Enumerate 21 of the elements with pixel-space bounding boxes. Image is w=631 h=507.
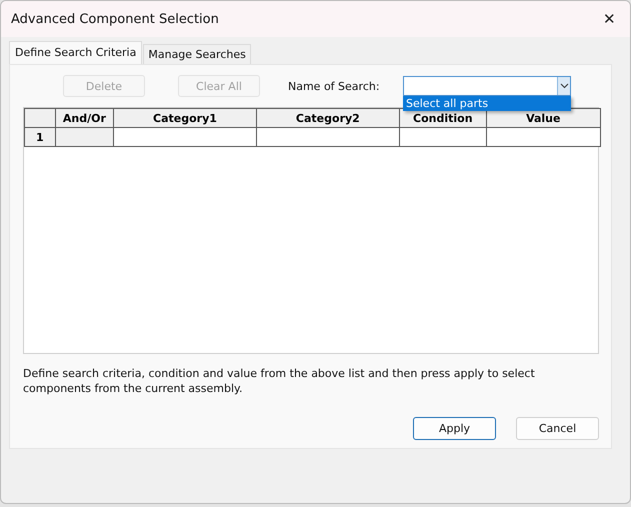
- dropdown-item[interactable]: Select all parts: [403, 96, 571, 111]
- dialog-button[interactable]: Apply: [413, 417, 496, 440]
- table-cell[interactable]: [114, 128, 256, 146]
- row-number: 1: [24, 128, 56, 146]
- table-cell[interactable]: [256, 128, 400, 146]
- window-title: Advanced Component Selection: [11, 12, 219, 26]
- column-header: Category1: [114, 108, 256, 128]
- search-name-label: Name of Search:: [288, 80, 381, 92]
- chevron-down-icon: [560, 83, 568, 89]
- close-button[interactable]: ✕: [599, 10, 620, 28]
- table-cell[interactable]: [55, 128, 114, 146]
- tab[interactable]: Manage Searches: [143, 44, 251, 64]
- column-header: And/Or: [55, 108, 114, 128]
- dropdown-button[interactable]: [557, 77, 570, 95]
- column-header: Category2: [256, 108, 400, 128]
- corner-cell: [24, 108, 56, 128]
- table-cell[interactable]: [400, 128, 486, 146]
- tab[interactable]: Define Search Criteria: [9, 41, 142, 64]
- dialog-button[interactable]: Cancel: [516, 417, 599, 440]
- description-text: Define search criteria, condition and value from the above list and then press apply to select components from the current assembly.: [23, 366, 536, 396]
- table-cell[interactable]: [486, 128, 600, 146]
